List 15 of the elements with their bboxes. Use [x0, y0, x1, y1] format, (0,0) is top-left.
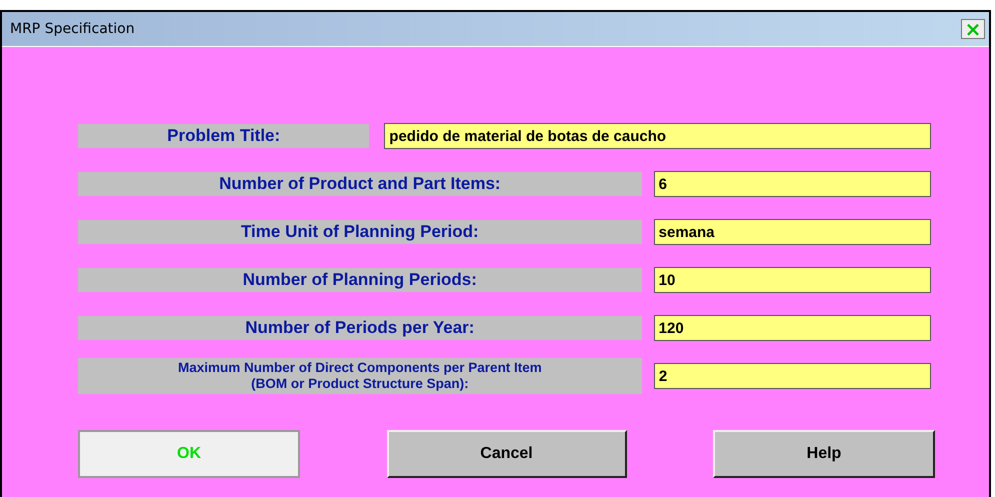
- input-field[interactable]: pedido de material de botas de caucho: [384, 123, 931, 149]
- field-label: Number of Periods per Year:: [78, 316, 642, 340]
- dialog-button[interactable]: Help: [713, 430, 935, 478]
- field-label: Number of Product and Part Items:: [78, 172, 642, 196]
- field-label: Maximum Number of Direct Components per Parent Item (BOM or Product Structure Span):: [78, 358, 642, 394]
- input-field[interactable]: 120: [654, 315, 931, 341]
- input-field[interactable]: 10: [654, 267, 931, 293]
- field-label: Number of Planning Periods:: [78, 268, 642, 292]
- input-field[interactable]: 6: [654, 171, 931, 197]
- input-field[interactable]: semana: [654, 219, 931, 245]
- window-title: MRP Specification: [10, 21, 135, 37]
- input-field[interactable]: 2: [654, 363, 931, 389]
- field-label: Time Unit of Planning Period:: [78, 220, 642, 244]
- dialog-button[interactable]: Cancel: [386, 430, 626, 478]
- field-label: Problem Title:: [78, 124, 370, 148]
